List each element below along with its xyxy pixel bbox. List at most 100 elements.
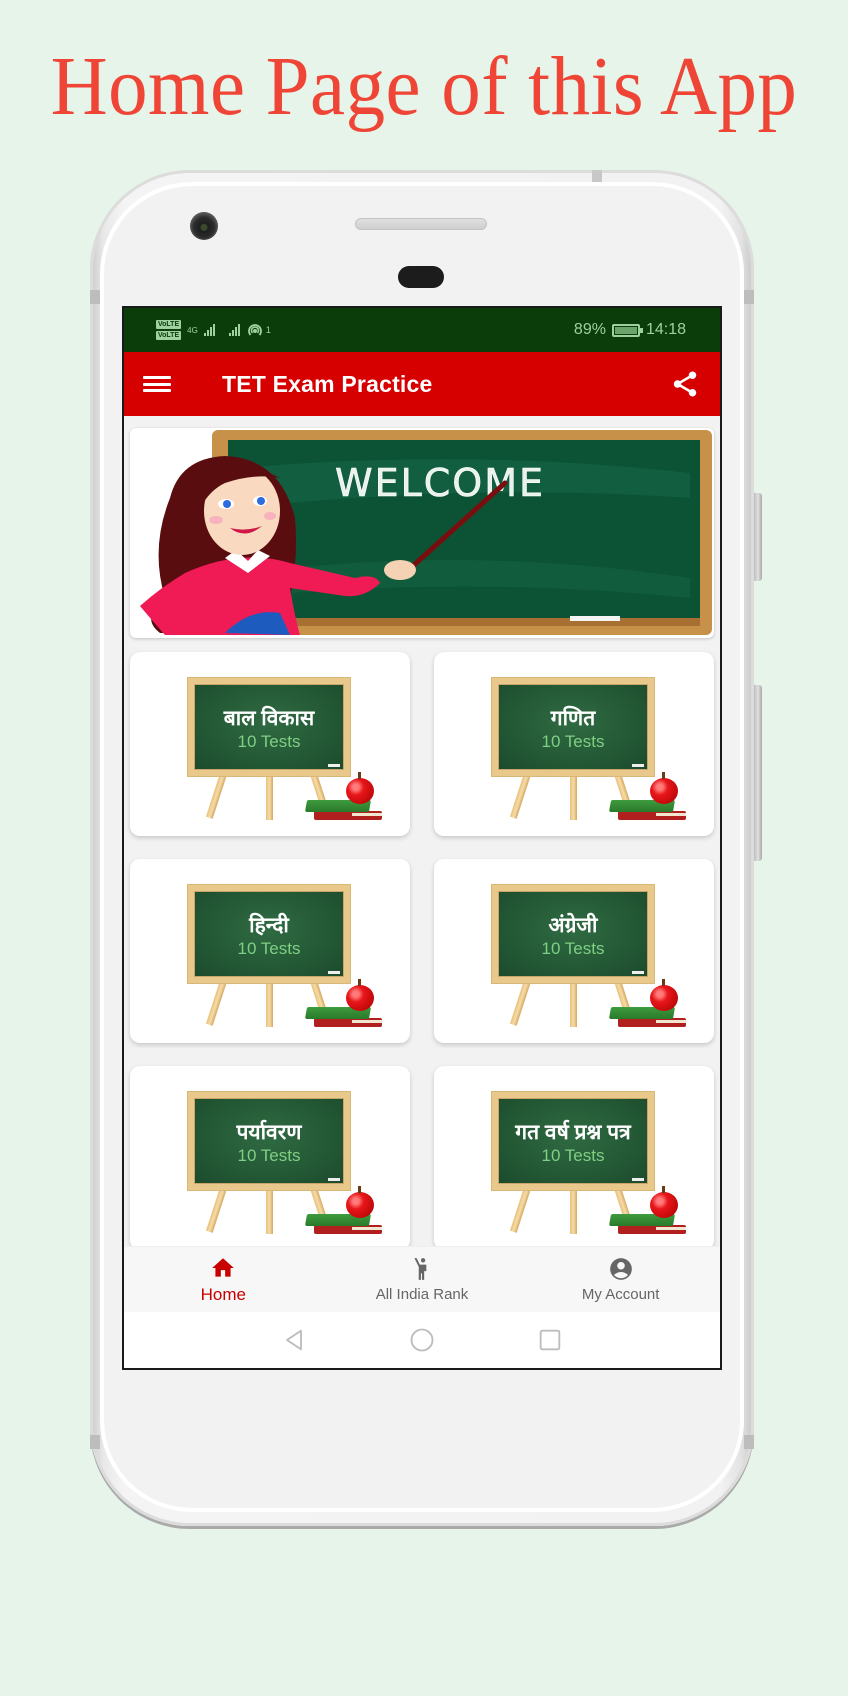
subject-name: हिन्दी — [249, 914, 289, 937]
welcome-banner[interactable]: WELCOME — [130, 428, 714, 638]
chalk — [328, 764, 340, 767]
chalk — [328, 1178, 340, 1181]
system-navigation-bar — [124, 1312, 720, 1368]
easel-leg — [266, 981, 273, 1027]
subject-card[interactable]: बाल विकास 10 Tests — [130, 652, 410, 836]
chalkboard: गणित 10 Tests — [492, 678, 654, 776]
nav-my-account-label: My Account — [581, 1286, 660, 1303]
nav-home-label: Home — [200, 1284, 247, 1304]
chalk — [632, 764, 644, 767]
volte-badge-1: VoLTE — [156, 320, 182, 329]
subject-test-count: 10 Tests — [237, 939, 301, 958]
app-title: TET Exam Practice — [222, 370, 433, 397]
home-content: WELCOME बाल विकास 10 Tests गणित 10 Tests… — [124, 416, 720, 1248]
subject-card[interactable]: गत वर्ष प्रश्न पत्र 10 Tests — [434, 1066, 714, 1248]
books-apple-icon — [304, 772, 382, 820]
chalkboard-easel-illustration: पर्यावरण 10 Tests — [188, 1092, 384, 1238]
front-camera — [190, 212, 218, 240]
bottom-navigation: Home All India Rank My Account — [124, 1246, 720, 1312]
chalkboard: हिन्दी 10 Tests — [188, 885, 350, 983]
subject-name: बाल विकास — [223, 707, 315, 730]
easel-leg — [509, 772, 531, 819]
nav-all-india-rank[interactable]: All India Rank — [323, 1247, 522, 1312]
phone-band — [744, 290, 754, 304]
easel-leg — [509, 1186, 531, 1233]
easel-leg — [205, 1186, 227, 1233]
power-button — [754, 685, 762, 861]
subject-test-count: 10 Tests — [541, 939, 605, 958]
phone-antenna-line — [592, 170, 602, 182]
easel-leg — [509, 979, 531, 1026]
recents-icon[interactable] — [536, 1326, 564, 1354]
volte-indicators: VoLTE VoLTE — [156, 320, 182, 340]
home-circle-icon[interactable] — [408, 1326, 436, 1354]
books-apple-icon — [608, 1186, 686, 1234]
subject-name: गणित — [550, 707, 596, 730]
books-apple-icon — [608, 772, 686, 820]
home-icon — [212, 1257, 235, 1277]
subject-name: अंग्रेजी — [548, 914, 598, 937]
chalkboard: बाल विकास 10 Tests — [188, 678, 350, 776]
clock: 14:18 — [645, 321, 686, 338]
subject-card[interactable]: हिन्दी 10 Tests — [130, 859, 410, 1043]
signal-icon-1 — [203, 324, 215, 336]
battery-percent: 89% — [573, 321, 606, 338]
nav-home[interactable]: Home — [124, 1247, 323, 1312]
subject-card[interactable]: गणित 10 Tests — [434, 652, 714, 836]
subject-card[interactable]: अंग्रेजी 10 Tests — [434, 859, 714, 1043]
app-bar: TET Exam Practice — [124, 352, 720, 416]
phone-band — [90, 1435, 100, 1449]
chalk — [632, 971, 644, 974]
subject-name: पर्यावरण — [236, 1121, 302, 1144]
chalkboard-easel-illustration: गत वर्ष प्रश्न पत्र 10 Tests — [492, 1092, 688, 1238]
proximity-sensor — [398, 266, 444, 288]
nav-my-account[interactable]: My Account — [521, 1247, 720, 1312]
hamburger-menu-icon[interactable] — [142, 373, 172, 395]
easel-leg — [205, 979, 227, 1026]
chalkboard-easel-illustration: हिन्दी 10 Tests — [188, 885, 384, 1031]
chalk — [328, 971, 340, 974]
books-apple-icon — [608, 979, 686, 1027]
subject-name: गत वर्ष प्रश्न पत्र — [515, 1121, 631, 1144]
status-bar: VoLTE VoLTE 4G 1 89% 14:18 — [124, 308, 720, 352]
hotspot-icon — [247, 324, 262, 336]
signal-icon-2 — [228, 324, 240, 336]
easel-leg — [570, 981, 577, 1027]
phone-band — [90, 290, 100, 304]
subject-test-count: 10 Tests — [541, 1146, 605, 1165]
easel-leg — [266, 774, 273, 820]
welcome-text: WELCOME — [335, 461, 545, 505]
battery-icon — [611, 323, 643, 337]
chalkboard: पर्यावरण 10 Tests — [188, 1092, 350, 1190]
chalkboard: गत वर्ष प्रश्न पत्र 10 Tests — [492, 1092, 654, 1190]
network-type: 4G — [187, 325, 198, 335]
chalkboard-easel-illustration: गणित 10 Tests — [492, 678, 688, 824]
person-waving-icon — [414, 1258, 427, 1280]
share-icon[interactable] — [670, 369, 700, 399]
easel-leg — [570, 774, 577, 820]
status-left: VoLTE VoLTE 4G 1 — [156, 320, 271, 340]
chalk — [632, 1178, 644, 1181]
chalkboard-easel-illustration: अंग्रेजी 10 Tests — [492, 885, 688, 1031]
subject-card[interactable]: पर्यावरण 10 Tests — [130, 1066, 410, 1248]
books-apple-icon — [304, 1186, 382, 1234]
volte-badge-2: VoLTE — [156, 331, 182, 340]
earpiece-speaker — [355, 218, 487, 230]
subject-test-count: 10 Tests — [237, 1146, 301, 1165]
books-apple-icon — [304, 979, 382, 1027]
subject-test-count: 10 Tests — [237, 732, 301, 751]
easel-leg — [266, 1188, 273, 1234]
easel-leg — [570, 1188, 577, 1234]
volume-button — [754, 493, 762, 581]
chalkboard: अंग्रेजी 10 Tests — [492, 885, 654, 983]
status-right: 89% 14:18 — [574, 321, 686, 339]
account-circle-icon — [609, 1258, 632, 1280]
teacher-welcome-illustration: WELCOME — [140, 430, 712, 635]
nav-all-india-rank-label: All India Rank — [375, 1286, 469, 1303]
easel-leg — [205, 772, 227, 819]
subject-test-count: 10 Tests — [541, 732, 605, 751]
chalkboard-easel-illustration: बाल विकास 10 Tests — [188, 678, 384, 824]
hotspot-count: 1 — [265, 325, 271, 335]
back-icon[interactable] — [280, 1326, 308, 1354]
phone-band — [744, 1435, 754, 1449]
